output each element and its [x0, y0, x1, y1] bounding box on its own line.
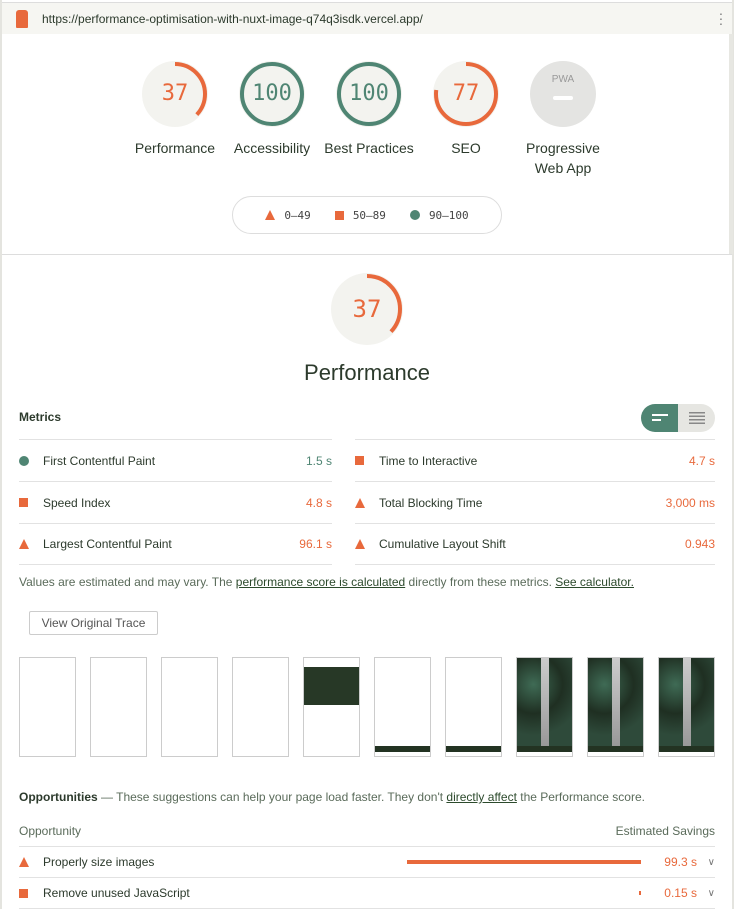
square-icon [19, 498, 28, 507]
metrics-note: Values are estimated and may vary. The p… [19, 575, 634, 589]
lighthouse-icon [16, 9, 28, 28]
opportunities-desc: — These suggestions can help your page l… [97, 790, 447, 804]
square-icon [334, 210, 344, 220]
legend-pass: 90–100 [409, 208, 469, 222]
filmstrip-frame [161, 657, 218, 757]
opportunity-name: Properly size images [43, 855, 155, 869]
col-estimated-savings: Estimated Savings [615, 824, 715, 838]
gauge-score: 37 [161, 81, 189, 106]
gauge-score: 77 [452, 81, 480, 106]
view-original-trace-button[interactable]: View Original Trace [29, 611, 158, 635]
metric-value: 1.5 s [305, 453, 332, 468]
opportunities-desc: the Performance score. [516, 790, 645, 804]
legend-fail-label: 0–49 [284, 208, 311, 222]
triangle-icon [19, 857, 29, 867]
filmstrip-frame [445, 657, 502, 757]
triangle-icon [355, 539, 365, 549]
score-legend: 0–49 50–89 90–100 [232, 196, 502, 234]
gauge-score: 100 [349, 81, 389, 106]
triangle-icon [355, 497, 365, 508]
savings-value: 99.3 s [664, 855, 697, 869]
filmstrip-frame [90, 657, 147, 757]
gauge-accessibility[interactable]: 100 Accessibility [234, 60, 310, 178]
col-opportunity: Opportunity [19, 824, 82, 838]
legend-average: 50–89 [334, 208, 386, 222]
triangle-icon [265, 210, 276, 220]
metric-name: Cumulative Layout Shift [379, 537, 506, 551]
gauge-label: Performance [134, 140, 216, 156]
filmstrip-frame [516, 657, 573, 757]
metric-name: First Contentful Paint [43, 453, 156, 468]
metric-name: Time to Interactive [379, 453, 478, 468]
more-menu-icon[interactable]: · · · [718, 6, 724, 30]
pwa-badge-icon: PWA [551, 74, 575, 85]
triangle-icon [19, 539, 29, 549]
gauge-label: Accessibility [233, 140, 311, 156]
performance-title: Performance [304, 360, 430, 385]
filmstrip-frame [658, 657, 715, 757]
metric-row: Time to Interactive 4.7 s [355, 439, 715, 481]
metrics-view-toggle[interactable] [641, 404, 715, 432]
opportunity-name: Remove unused JavaScript [43, 886, 190, 900]
gauge-seo[interactable]: 77 SEO [433, 60, 499, 178]
legend-average-label: 50–89 [352, 208, 386, 222]
metrics-grid: First Contentful Paint 1.5 s Time to Inter… [19, 439, 715, 565]
opportunity-row[interactable]: Properly size images 99.3 s ∨ [19, 846, 715, 877]
divider [2, 254, 732, 255]
square-icon [19, 888, 28, 898]
gauge-best-practices[interactable]: 100 Best Practices [324, 60, 414, 178]
legend-fail: 0–49 [265, 209, 311, 222]
directly-affect-link[interactable]: directly affect [446, 790, 516, 804]
top-bar: https://performance-optimisation-with-nu… [2, 2, 732, 34]
metric-value: 3,000 ms [665, 495, 715, 510]
square-icon [355, 456, 364, 465]
gauge-label: Best Practices [324, 140, 414, 156]
opportunities-header: Opportunities — These suggestions can he… [19, 790, 645, 804]
report-url: https://performance-optimisation-with-nu… [42, 11, 423, 26]
gauge-performance[interactable]: 37 Performance [135, 60, 215, 178]
gauge-score: 100 [252, 81, 292, 106]
metric-value: 4.8 s [305, 495, 332, 510]
metric-row: First Contentful Paint 1.5 s [19, 439, 332, 481]
filmstrip-frame [587, 657, 644, 757]
see-calculator-link[interactable]: See calculator. [555, 575, 634, 589]
filmstrip-frame [374, 657, 431, 757]
gauge-label: SEO [451, 140, 481, 156]
note-text: Values are estimated and may vary. The [19, 575, 236, 589]
compact-view-icon[interactable] [641, 404, 678, 432]
metric-row: Largest Contentful Paint 96.1 s [19, 523, 332, 565]
legend-pass-label: 90–100 [428, 208, 469, 222]
circle-icon [19, 455, 29, 466]
metric-name: Speed Index [43, 495, 111, 510]
category-gauges: 37 Performance 100 Accessibility 100 Best P… [0, 60, 734, 178]
filmstrip-frame [232, 657, 289, 757]
metric-name: Total Blocking Time [379, 495, 483, 510]
metric-row: Speed Index 4.8 s [19, 481, 332, 523]
metric-value: 96.1 s [299, 537, 332, 551]
chevron-down-icon[interactable]: ∨ [697, 857, 715, 868]
opportunities-columns: Opportunity Estimated Savings [19, 824, 715, 838]
savings-value: 0.15 s [664, 886, 697, 900]
gauge-label: Progressive Web App [526, 140, 600, 176]
performance-score: 37 [352, 295, 382, 323]
metric-value: 4.7 s [688, 453, 715, 468]
metrics-heading: Metrics [19, 410, 62, 424]
filmstrip-frame [303, 657, 360, 757]
score-calculated-link[interactable]: performance score is calculated [236, 575, 405, 589]
metric-row: Cumulative Layout Shift 0.943 [355, 523, 715, 565]
filmstrip-frame [19, 657, 76, 757]
circle-icon [409, 210, 420, 220]
opportunity-row[interactable]: Remove unused JavaScript 0.15 s ∨ [19, 877, 715, 908]
performance-gauge: 37 [330, 272, 404, 351]
chevron-down-icon[interactable]: ∨ [697, 888, 715, 899]
filmstrip [19, 657, 715, 757]
opportunities-heading: Opportunities [19, 790, 98, 804]
metric-value: 0.943 [684, 537, 715, 551]
gauge-pwa[interactable]: PWA Progressive Web App [526, 60, 600, 178]
metric-name: Largest Contentful Paint [43, 537, 172, 551]
note-text: directly from these metrics. [405, 575, 556, 589]
metric-row: Total Blocking Time 3,000 ms [355, 481, 715, 523]
savings-bar [407, 860, 641, 864]
expanded-view-icon[interactable] [678, 404, 715, 432]
